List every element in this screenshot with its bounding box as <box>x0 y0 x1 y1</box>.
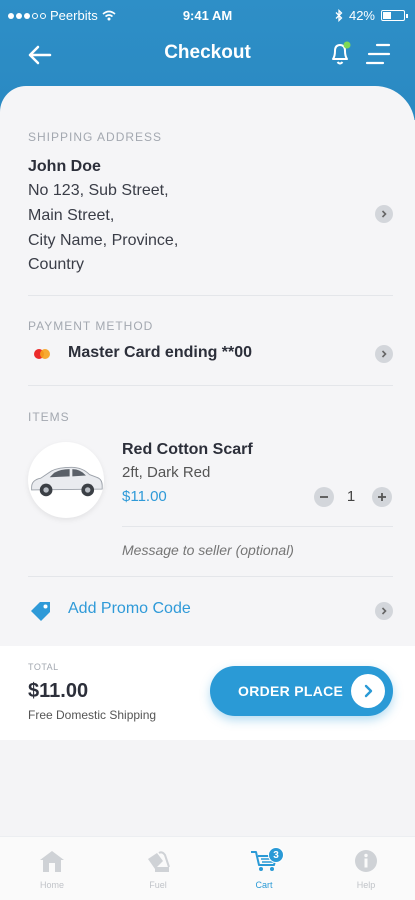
quantity-value: 1 <box>346 488 356 505</box>
total-amount: $11.00 <box>28 680 89 702</box>
nav-label: Fuel <box>149 880 167 890</box>
item-price: $11.00 <box>122 488 167 505</box>
item-name: Red Cotton Scarf <box>122 441 253 458</box>
add-promo-code-link[interactable]: Add Promo Code <box>68 600 191 618</box>
home-icon <box>40 851 64 872</box>
battery-percent: 42% <box>348 8 375 23</box>
nav-label: Help <box>356 880 376 890</box>
nav-item-home[interactable]: Home <box>20 849 84 890</box>
fuel-icon <box>148 851 170 872</box>
nav-item-help[interactable]: Help <box>334 849 398 890</box>
divider <box>28 295 393 296</box>
total-label: TOTAL <box>28 662 59 672</box>
chevron-right-icon <box>381 350 387 358</box>
quantity-decrease-button[interactable] <box>314 487 334 507</box>
bluetooth-icon <box>335 9 343 22</box>
edit-payment-button[interactable] <box>375 345 393 363</box>
order-place-button[interactable]: ORDER PLACE <box>210 666 393 716</box>
chevron-right-icon <box>351 674 385 708</box>
tag-icon <box>31 602 50 621</box>
quantity-increase-button[interactable] <box>372 487 392 507</box>
bottom-nav: Home Fuel 3 Cart Help <box>0 836 415 900</box>
notification-button[interactable] <box>327 40 353 68</box>
menu-icon <box>365 43 391 65</box>
items-section-label: ITEMS <box>28 410 70 424</box>
checkout-card: SHIPPING ADDRESS John Doe No 123, Sub St… <box>0 86 415 646</box>
address-line: City Name, Province, <box>28 232 179 249</box>
top-bar: Checkout <box>0 36 415 72</box>
info-icon <box>355 850 377 872</box>
address-line: Main Street, <box>28 207 115 224</box>
plus-icon <box>378 493 386 501</box>
minus-icon <box>320 496 328 498</box>
shipping-name: John Doe <box>28 158 101 175</box>
nav-label: Cart <box>255 880 273 890</box>
item-variant: 2ft, Dark Red <box>122 464 211 481</box>
bell-icon <box>332 41 351 65</box>
edit-shipping-button[interactable] <box>375 205 393 223</box>
chevron-right-icon <box>381 210 387 218</box>
product-image <box>28 442 104 518</box>
divider <box>28 385 393 386</box>
battery-icon <box>381 10 408 21</box>
shipping-section-label: SHIPPING ADDRESS <box>28 130 163 144</box>
divider <box>28 576 393 577</box>
shipping-note: Free Domestic Shipping <box>28 708 157 722</box>
nav-item-fuel[interactable]: Fuel <box>126 849 190 890</box>
status-bar: Peerbits 9:41 AM 42% <box>0 0 415 30</box>
message-to-seller-input[interactable] <box>122 542 372 558</box>
nav-item-cart[interactable]: 3 Cart <box>232 847 296 890</box>
address-line: No 123, Sub Street, <box>28 182 169 199</box>
car-image <box>31 466 103 497</box>
divider <box>122 526 393 527</box>
menu-button[interactable] <box>365 42 391 66</box>
payment-card-text: Master Card ending **00 <box>68 344 253 361</box>
total-bar: TOTAL $11.00 Free Domestic Shipping ORDE… <box>0 646 415 740</box>
cart-badge: 3 <box>268 847 284 863</box>
promo-chevron-button[interactable] <box>375 602 393 620</box>
nav-label: Home <box>39 880 64 890</box>
address-line: Country <box>28 256 85 273</box>
order-place-label: ORDER PLACE <box>238 683 344 699</box>
chevron-right-icon <box>381 607 387 615</box>
status-right: 42% <box>335 8 408 23</box>
payment-section-label: PAYMENT METHOD <box>28 319 154 333</box>
mastercard-icon <box>34 349 50 359</box>
